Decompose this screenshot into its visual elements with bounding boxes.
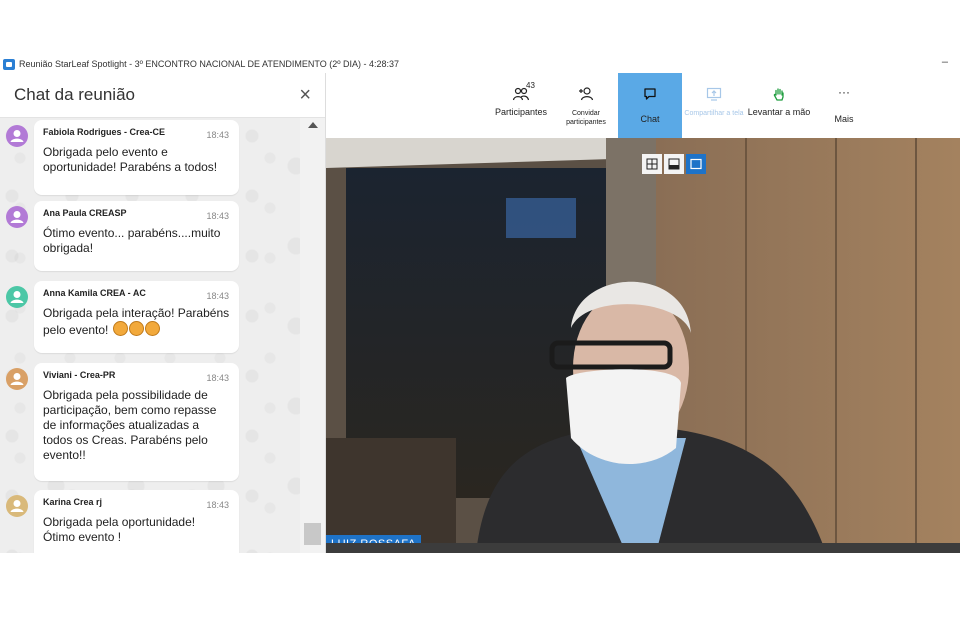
share-label: Compartilhar a tela [684,110,744,117]
grid-layout-icon[interactable] [642,154,662,174]
meeting-toolbar: 43 Participantes Convidar participantes … [326,73,960,138]
message-sender: Viviani - Crea-PR [43,370,116,380]
chat-message-list[interactable]: Fabiola Rodrigues - Crea-CE 18:43 Obriga… [0,118,300,553]
clapping-hands-emoji-icon [128,321,144,336]
starleaf-app-icon [3,58,15,70]
message-sender: Anna Kamila CREA - AC [43,288,146,298]
raise-hand-label: Levantar a mão [747,107,811,117]
raise-hand-icon [772,87,786,107]
clapping-hands-emoji-icon [112,321,128,336]
message-sender: Ana Paula CREASP [43,208,127,218]
message-bubble: Viviani - Crea-PR 18:43 Obrigada pela po… [34,363,239,481]
invite-participants-button[interactable]: Convidar participantes [554,73,618,138]
message-time: 18:43 [206,130,229,140]
speaker-layout-icon[interactable] [686,154,706,174]
chat-title: Chat da reunião [14,85,135,104]
message-text: Obrigada pela possibilidade de participa… [43,388,217,462]
layout-switcher [642,154,708,174]
user-avatar-icon [6,125,28,147]
window-titlebar: Reunião StarLeaf Spotlight - 3º ENCONTRO… [0,56,960,72]
chat-header: Chat da reunião × [0,73,325,118]
message-text: Obrigada pela interação! Parabéns pelo e… [43,306,230,337]
close-chat-button[interactable]: × [299,85,311,105]
message-time: 18:43 [206,500,229,510]
participants-button[interactable]: 43 Participantes [488,73,554,138]
scrollbar-thumb[interactable] [304,523,321,545]
more-label: Mais [834,114,854,124]
user-avatar-icon [6,286,28,308]
message-bubble: Fabiola Rodrigues - Crea-CE 18:43 Obriga… [34,120,239,195]
chat-bubble-icon [643,87,657,106]
user-avatar-icon [6,368,28,390]
more-dots-icon: ··· [838,85,850,99]
message-text: Obrigada pelo evento e oportunidade! Par… [43,145,218,174]
message-time: 18:43 [206,211,229,221]
message-bubble: Ana Paula CREASP 18:43 Ótimo evento... p… [34,201,239,271]
share-screen-icon [706,87,722,106]
clapping-hands-emoji-icon [144,321,160,336]
minimize-button[interactable]: – [942,56,948,68]
message-sender: Karina Crea rj [43,497,103,507]
speaker-video-image [326,138,960,553]
share-screen-button[interactable]: Compartilhar a tela [682,73,746,138]
video-feed: LUIZ ROSSAFA [326,138,960,553]
participants-label: Participantes [494,107,548,117]
message-bubble: Karina Crea rj 18:43 Obrigada pela oport… [34,490,239,553]
more-button[interactable]: ··· Mais [812,73,876,138]
message-sender: Fabiola Rodrigues - Crea-CE [43,127,166,137]
message-time: 18:43 [206,373,229,383]
chat-label: Chat [640,114,660,124]
invite-label: Convidar participantes [566,110,606,126]
user-avatar-icon [6,206,28,228]
add-person-icon [578,87,594,106]
chat-scrollbar[interactable] [301,118,325,553]
user-avatar-icon [6,495,28,517]
video-bottom-bar [326,543,960,553]
participants-count: 43 [526,81,535,90]
message-bubble: Anna Kamila CREA - AC 18:43 Obrigada pel… [34,281,239,353]
message-text: Obrigada pela oportunidade! Ótimo evento… [43,515,196,544]
message-text: Ótimo evento... parabéns....muito obriga… [43,226,221,255]
message-time: 18:43 [206,291,229,301]
window-title: Reunião StarLeaf Spotlight - 3º ENCONTRO… [19,59,400,69]
chat-button[interactable]: Chat [618,73,682,138]
filmstrip-layout-icon[interactable] [664,154,684,174]
raise-hand-button[interactable]: Levantar a mão [746,73,812,138]
scroll-up-arrow-icon[interactable] [308,122,318,128]
chat-panel: Chat da reunião × Fabiola Rodrigues - Cr… [0,73,326,553]
